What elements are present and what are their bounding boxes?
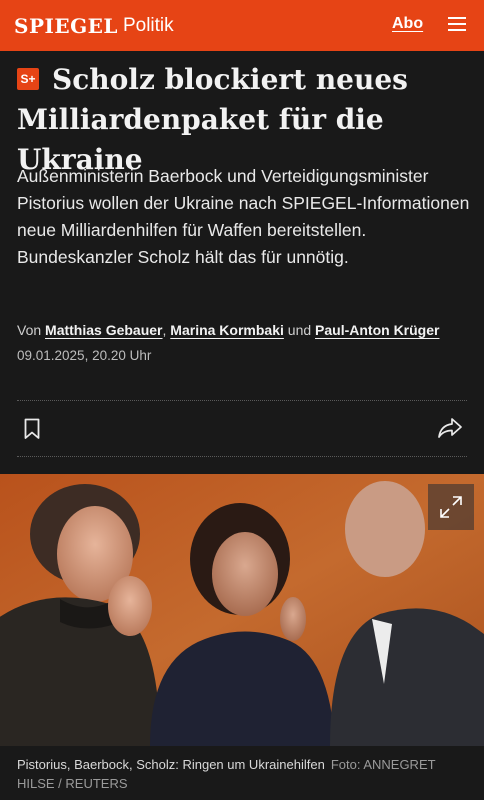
author-link-2[interactable]: Marina Kormbaki bbox=[170, 322, 284, 338]
byline: Von Matthias Gebauer, Marina Kormbaki un… bbox=[17, 322, 477, 338]
byline-separator: , bbox=[162, 322, 167, 338]
article-headline: Scholz blockiert neues Milliardenpaket f… bbox=[17, 63, 408, 176]
byline-conjunction: und bbox=[287, 322, 312, 338]
abo-link[interactable]: Abo bbox=[392, 15, 423, 33]
divider-top bbox=[17, 400, 467, 401]
article-photo[interactable] bbox=[0, 474, 484, 746]
caption-text: Pistorius, Baerbock, Scholz: Ringen um U… bbox=[17, 757, 325, 772]
article-teaser: Außenministerin Baerbock und Verteidigun… bbox=[17, 166, 470, 267]
divider-bottom bbox=[17, 456, 467, 457]
author-link-3[interactable]: Paul-Anton Krüger bbox=[315, 322, 439, 338]
publish-date: 09.01.2025, 20.20 Uhr bbox=[17, 348, 152, 363]
hamburger-menu-icon[interactable] bbox=[448, 17, 466, 31]
expand-arrows-glyph bbox=[440, 496, 462, 518]
author-link-1[interactable]: Matthias Gebauer bbox=[45, 322, 162, 338]
expand-icon[interactable] bbox=[428, 484, 474, 530]
byline-prefix: Von bbox=[17, 322, 42, 338]
section-label[interactable]: Politik bbox=[123, 15, 174, 37]
share-icon[interactable] bbox=[437, 416, 463, 440]
photo-caption: Pistorius, Baerbock, Scholz: Ringen um U… bbox=[17, 755, 472, 793]
top-bar: SPIEGEL Politik Abo bbox=[0, 0, 484, 51]
photo-illustration bbox=[0, 474, 484, 746]
bookmark-icon[interactable] bbox=[24, 418, 40, 440]
spiegel-logo[interactable]: SPIEGEL bbox=[14, 14, 118, 38]
